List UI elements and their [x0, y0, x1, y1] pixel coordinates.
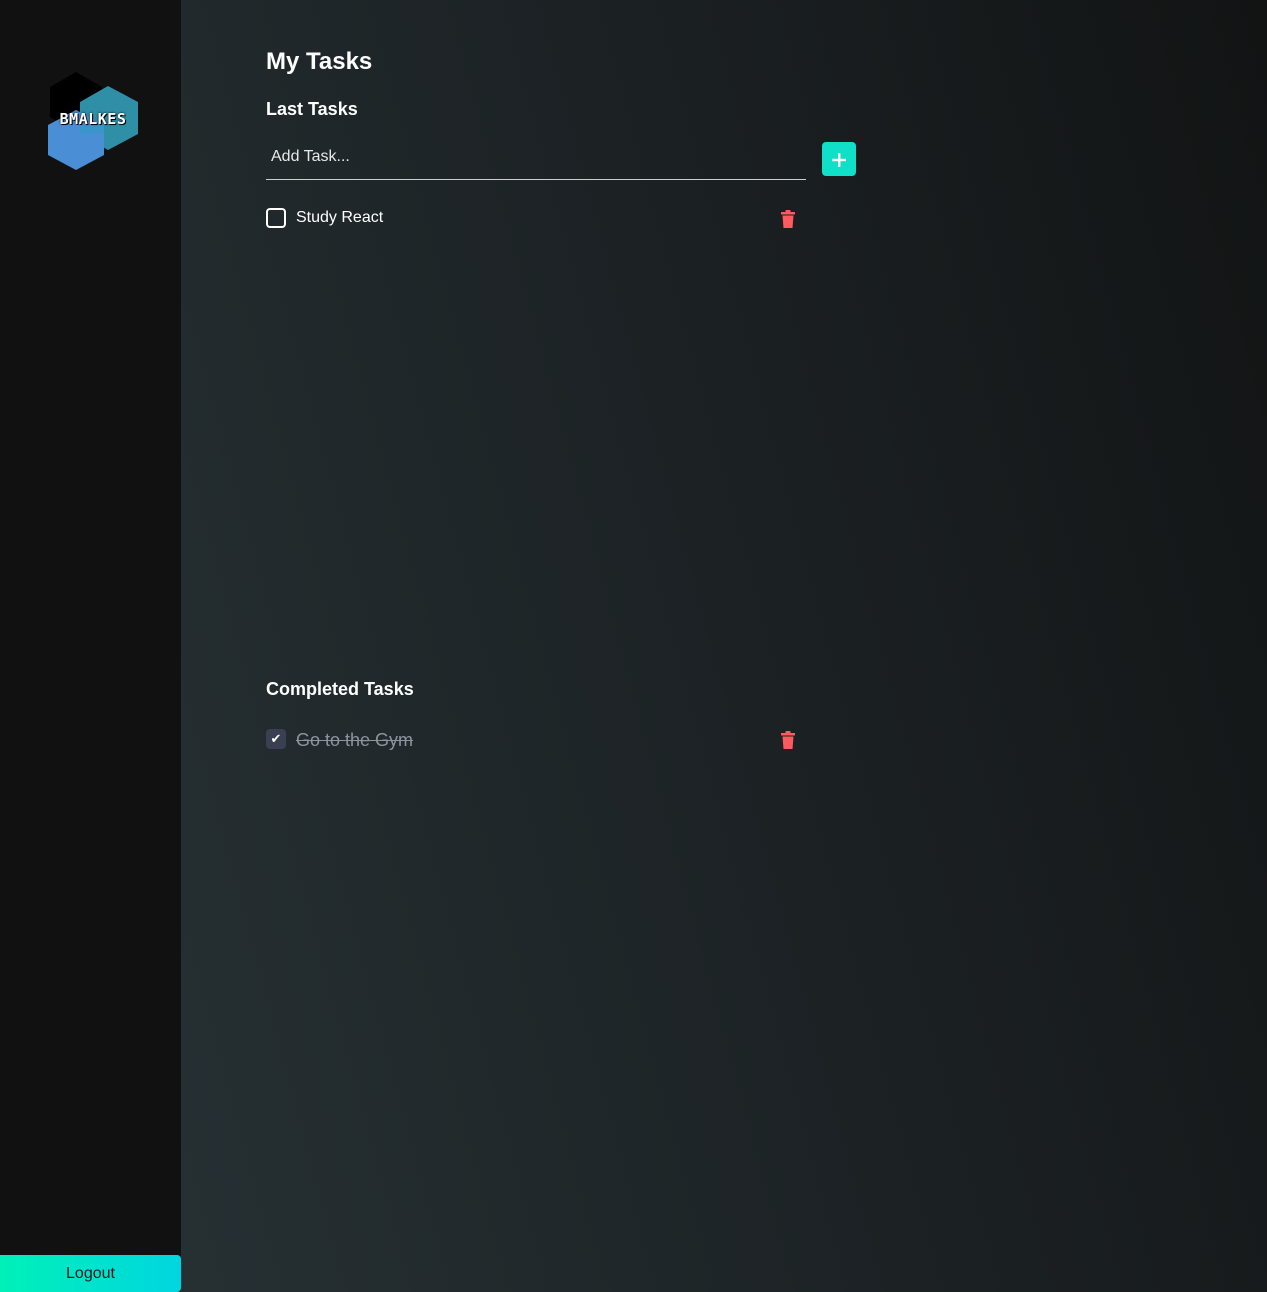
sidebar: BMALKES Logout	[0, 0, 181, 1292]
trash-icon[interactable]	[780, 731, 796, 749]
plus-icon	[832, 153, 846, 168]
task-item: Study React	[266, 206, 796, 230]
add-task-form	[266, 140, 856, 180]
task-checkbox-checked[interactable]: ✔	[266, 729, 286, 749]
main-content: My Tasks Last Tasks Study React Complete…	[181, 0, 1267, 1292]
add-task-button[interactable]	[822, 142, 856, 176]
completed-task-item: ✔ Go to the Gym	[266, 727, 796, 751]
checkmark-icon: ✔	[270, 731, 282, 746]
logo-text: BMALKES	[59, 110, 127, 128]
page-title: My Tasks	[266, 48, 373, 75]
task-label: Study React	[296, 209, 384, 226]
task-checkbox[interactable]	[266, 208, 286, 228]
brand-logo: BMALKES	[46, 72, 140, 170]
app: BMALKES Logout My Tasks Last Tasks Study…	[0, 0, 1267, 1292]
logout-button[interactable]: Logout	[0, 1255, 181, 1292]
last-tasks-heading: Last Tasks	[266, 99, 358, 119]
add-task-input[interactable]	[266, 140, 806, 180]
completed-tasks-heading: Completed Tasks	[266, 679, 414, 699]
trash-icon[interactable]	[780, 210, 796, 228]
completed-task-label: Go to the Gym	[296, 730, 414, 750]
